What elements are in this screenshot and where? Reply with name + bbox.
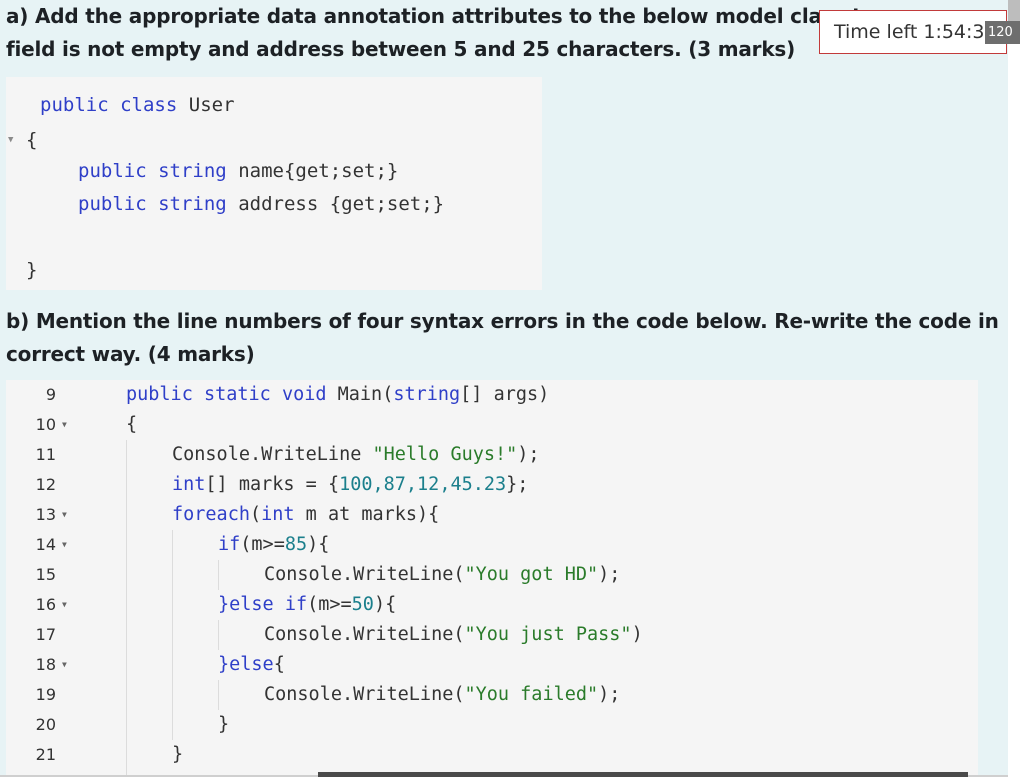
gutter-row: 15: [6, 560, 102, 590]
line-number: 18: [35, 655, 56, 674]
line-number: 12: [35, 475, 56, 494]
code-line-11: Console.WriteLine "Hello Guys!");: [172, 444, 540, 465]
code-line-20: }: [218, 714, 230, 735]
gutter-row: 11: [6, 440, 102, 470]
line-number: 20: [35, 715, 56, 734]
window-scrollbar[interactable]: [1008, 0, 1020, 777]
line-number: 16: [35, 595, 56, 614]
gutter-row: 14 ▼: [6, 530, 102, 560]
indent-guide: [126, 440, 127, 777]
model-class-code-block: public class User ▼ { public string name…: [6, 77, 542, 290]
code-line: {: [26, 129, 38, 151]
gutter-row: 9: [6, 380, 102, 410]
indent-guide: [218, 560, 219, 590]
fold-arrow-icon[interactable]: ▼: [62, 410, 67, 440]
indent-guide: [172, 530, 173, 740]
line-number: 9: [45, 385, 56, 404]
code-line-19: Console.WriteLine("You failed");: [264, 684, 621, 705]
code-line-9: public static void Main(string[] args): [126, 384, 550, 405]
gutter-row: 21: [6, 740, 102, 770]
code-line: }: [26, 259, 38, 281]
code-line-13: foreach(int m at marks){: [172, 504, 440, 525]
gutter-row: 10 ▼: [6, 410, 102, 440]
gutter-row: 18 ▼: [6, 650, 102, 680]
line-number: 14: [35, 535, 56, 554]
code-line: public string address {get;set;}: [78, 193, 445, 215]
gutter-row: 16 ▼: [6, 590, 102, 620]
question-a-text: a) Add the appropriate data annotation a…: [6, 0, 862, 66]
fold-arrow-icon[interactable]: ▼: [62, 530, 67, 560]
indent-guide: [218, 620, 219, 650]
line-number: 11: [35, 445, 56, 464]
code-line-14: if(m>=85){: [218, 534, 330, 555]
fold-arrow-icon[interactable]: ▼: [8, 135, 13, 145]
question-a-line1: a) Add the appropriate data annotation a…: [6, 4, 862, 28]
line-number: 19: [35, 685, 56, 704]
code-editor[interactable]: 9 10 ▼ 11 12 13 ▼ 14 ▼ 15 16 ▼ 17 18 ▼ 19 20 21 public st…: [6, 380, 978, 777]
line-number: 15: [35, 565, 56, 584]
gutter-row: 13 ▼: [6, 500, 102, 530]
line-number: 10: [35, 415, 56, 434]
line-number: 21: [35, 745, 56, 764]
question-b-line1: b) Mention the line numbers of four synt…: [6, 309, 999, 333]
code-line-17: Console.WriteLine("You just Pass"): [264, 624, 643, 645]
gutter-row: 20: [6, 710, 102, 740]
code-line-15: Console.WriteLine("You got HD");: [264, 564, 621, 585]
gutter-row: 12: [6, 470, 102, 500]
gutter-row: 19: [6, 680, 102, 710]
line-number: 13: [35, 505, 56, 524]
question-b-text: b) Mention the line numbers of four synt…: [6, 305, 999, 371]
scrollbar-thumb[interactable]: [1008, 0, 1020, 22]
code-line: public string name{get;set;}: [78, 160, 399, 182]
question-a-line2: field is not empty and address between 5…: [6, 37, 796, 61]
zoom-badge: 120: [985, 21, 1020, 44]
line-number: 17: [35, 625, 56, 644]
question-b-line2: correct way. (4 marks): [6, 342, 255, 366]
code-line-12: int[] marks = {100,87,12,45.23};: [172, 474, 529, 495]
fold-arrow-icon[interactable]: ▼: [62, 590, 67, 620]
code-line-21: }: [172, 744, 184, 765]
code-line: public class User: [40, 94, 235, 116]
gutter-row: 17: [6, 620, 102, 650]
time-left-box: Time left 1:54:3: [819, 10, 1007, 54]
indent-guide: [218, 680, 219, 710]
fold-arrow-icon[interactable]: ▼: [62, 650, 67, 680]
code-line-10: {: [126, 414, 138, 435]
code-line-16: }else if(m>=50){: [218, 594, 397, 615]
fold-arrow-icon[interactable]: ▼: [62, 500, 67, 530]
horizontal-scrollbar-thumb[interactable]: [318, 772, 968, 777]
code-line-18: }else{: [218, 654, 285, 675]
